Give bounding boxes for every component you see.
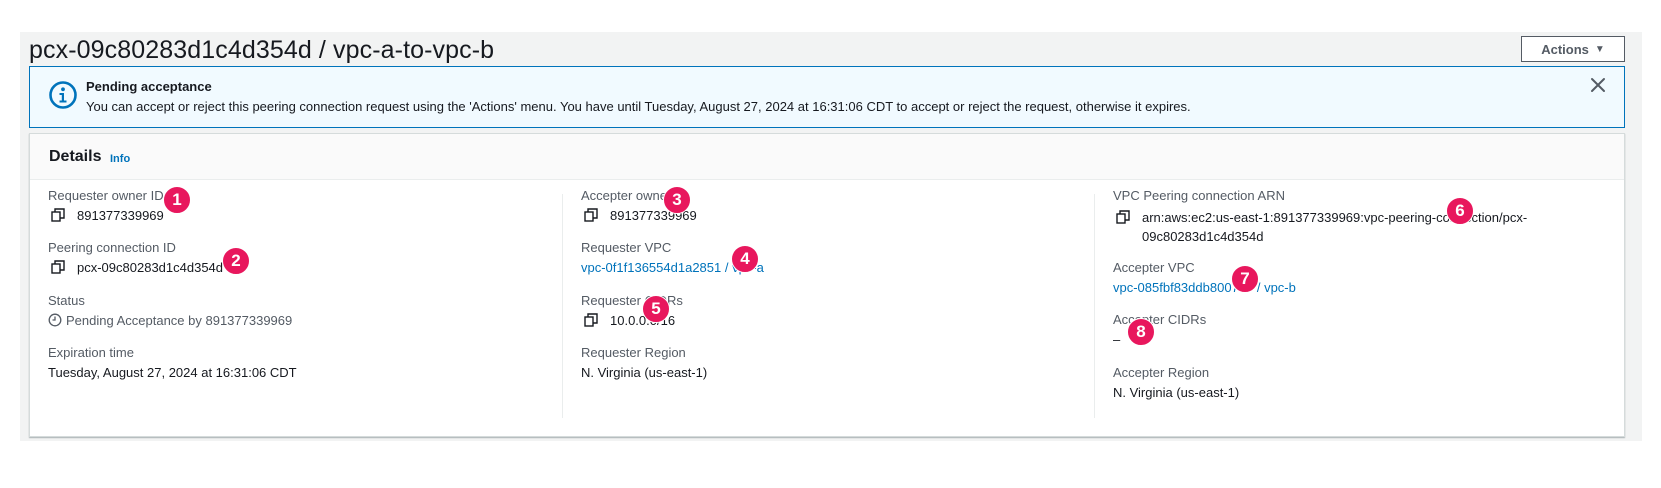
field-label: Accepter VPC	[1113, 260, 1195, 275]
field-value: pcx-09c80283d1c4d354d	[77, 260, 224, 275]
details-header: Details Info	[30, 134, 1624, 180]
field-label: Status	[48, 293, 85, 308]
caret-down-icon: ▼	[1594, 43, 1605, 55]
callout-badge-5: 5	[642, 295, 670, 323]
copy-icon[interactable]	[584, 313, 598, 327]
accepter-region-field: Accepter Region N. Virginia (us-east-1)	[1113, 365, 1239, 400]
field-label: Expiration time	[48, 345, 134, 360]
accepter-vpc-field: Accepter VPC vpc-085fbf83ddb800707 / vpc…	[1113, 260, 1296, 295]
callout-badge-8: 8	[1127, 318, 1155, 346]
details-panel: Details Info Requester owner ID 89137733…	[29, 133, 1625, 437]
copy-icon[interactable]	[584, 208, 598, 222]
copy-icon[interactable]	[1116, 210, 1130, 224]
callout-badge-2: 2	[222, 247, 250, 275]
field-label: Accepter Region	[1113, 365, 1210, 380]
page-title: pcx-09c80283d1c4d354d / vpc-a-to-vpc-b	[29, 36, 495, 64]
requester-region-field: Requester Region N. Virginia (us-east-1)	[581, 345, 707, 380]
actions-button-label: Actions	[1541, 41, 1589, 57]
status-field: Status Pending Acceptance by 89137733996…	[48, 293, 292, 328]
callout-badge-1: 1	[163, 186, 191, 214]
details-heading: Details	[49, 148, 102, 165]
field-value: arn:aws:ec2:us-east-1:891377339969:vpc-p…	[1142, 210, 1528, 244]
copy-icon[interactable]	[51, 260, 65, 274]
callout-badge-4: 4	[731, 245, 759, 273]
callout-badge-7: 7	[1231, 265, 1259, 293]
details-column-3: VPC Peering connection ARN arn:aws:ec2:u…	[1094, 188, 1626, 418]
field-value: –	[1113, 332, 1121, 347]
field-label: Requester Region	[581, 345, 686, 360]
status-value: Pending Acceptance by 891377339969	[66, 313, 293, 328]
field-label: Requester owner ID	[48, 188, 164, 203]
info-icon	[49, 81, 77, 109]
field-value: N. Virginia (us-east-1)	[581, 365, 708, 380]
copy-icon[interactable]	[51, 208, 65, 222]
field-value: Tuesday, August 27, 2024 at 16:31:06 CDT	[48, 365, 297, 380]
callout-badge-3: 3	[663, 186, 691, 214]
info-link[interactable]: Info	[110, 153, 130, 165]
requester-owner-id-field: Requester owner ID 891377339969	[48, 188, 164, 223]
field-label: VPC Peering connection ARN	[1113, 188, 1285, 203]
field-value: 891377339969	[77, 208, 164, 223]
field-value: N. Virginia (us-east-1)	[1113, 385, 1240, 400]
peering-connection-id-field: Peering connection ID pcx-09c80283d1c4d3…	[48, 240, 223, 275]
clock-icon	[48, 313, 62, 327]
peering-arn-field: VPC Peering connection ARN arn:aws:ec2:u…	[1113, 188, 1552, 246]
actions-button[interactable]: Actions ▼	[1521, 36, 1625, 62]
field-label: Accepter CIDRs	[1113, 312, 1207, 327]
field-label: Peering connection ID	[48, 240, 176, 255]
pending-acceptance-alert: Pending acceptance You can accept or rej…	[29, 66, 1625, 128]
expiration-time-field: Expiration time Tuesday, August 27, 2024…	[48, 345, 297, 380]
close-icon[interactable]	[1590, 77, 1606, 93]
alert-body: You can accept or reject this peering co…	[86, 99, 1191, 114]
callout-badge-6: 6	[1446, 197, 1474, 225]
page-canvas: pcx-09c80283d1c4d354d / vpc-a-to-vpc-b A…	[20, 32, 1642, 441]
alert-title: Pending acceptance	[86, 79, 212, 94]
accepter-vpc-link[interactable]: vpc-085fbf83ddb800707 / vpc-b	[1113, 280, 1296, 295]
